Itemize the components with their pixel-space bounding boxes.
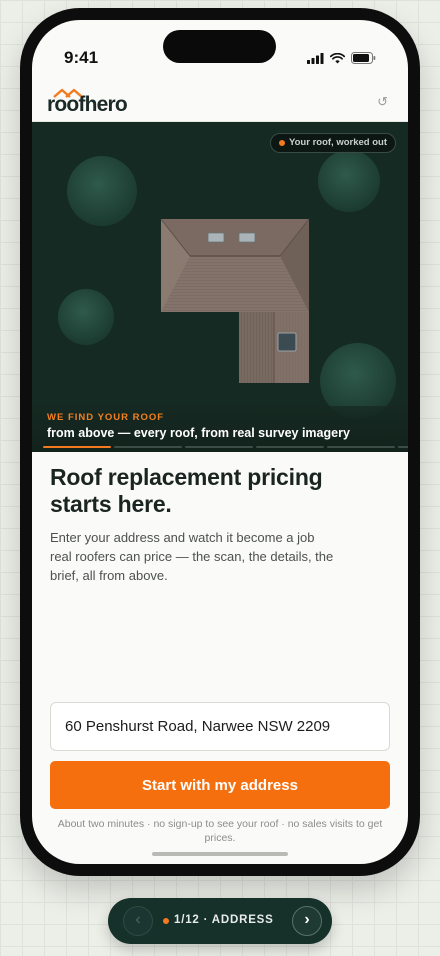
phone-screen: 9:41 roofhero ↺ Your roof, worked out WE…	[32, 20, 408, 864]
hero-line: from above — every roof, from real surve…	[47, 426, 350, 440]
tree	[318, 150, 380, 212]
reset-icon[interactable]: ↺	[377, 94, 388, 110]
address-input[interactable]	[50, 702, 390, 751]
app-header: roofhero ↺	[32, 86, 408, 122]
hero-image: Your roof, worked out WE FIND YOUR ROOF …	[32, 122, 408, 452]
battery-icon	[351, 52, 376, 64]
slide-position-label: 1/12 · ADDRESS	[174, 914, 274, 926]
deck-navigator: ‹ 1/12 · ADDRESS ›	[108, 898, 332, 944]
dynamic-island	[163, 30, 276, 63]
tree	[58, 289, 114, 345]
home-indicator	[152, 852, 288, 856]
fineprint: About two minutes · no sign-up to see yo…	[57, 818, 383, 844]
orange-dot-icon	[163, 918, 169, 924]
next-button[interactable]: ›	[292, 906, 322, 936]
orange-dot-icon	[279, 140, 285, 146]
progress-segment	[398, 446, 408, 448]
wifi-icon	[330, 52, 345, 63]
progress-segment	[43, 446, 111, 448]
status-bar: 9:41	[32, 20, 408, 86]
progress-segment	[185, 446, 253, 448]
main-content: Roof replacement pricing starts here. En…	[50, 464, 390, 585]
story-progress	[43, 446, 408, 448]
status-icons	[307, 52, 376, 64]
status-time: 9:41	[64, 48, 99, 67]
logo-text: roofhero	[47, 93, 128, 116]
start-with-address-button[interactable]: Start with my address	[50, 761, 390, 809]
progress-segment	[327, 446, 395, 448]
hero-kicker: WE FIND YOUR ROOF	[47, 412, 165, 423]
page-title: Roof replacement pricing starts here.	[50, 464, 323, 517]
tree	[67, 156, 137, 226]
status-badge-text: Your roof, worked out	[289, 137, 387, 148]
aerial-roof-illustration	[32, 122, 408, 452]
status-badge: Your roof, worked out	[270, 133, 396, 153]
progress-segment	[256, 446, 324, 448]
page-subtitle: Enter your address and watch it become a…	[50, 530, 334, 583]
phone-frame: 9:41 roofhero ↺ Your roof, worked out WE…	[20, 8, 420, 876]
signal-icon	[307, 52, 324, 64]
previous-button[interactable]: ‹	[123, 906, 153, 936]
roofhero-logo[interactable]: roofhero	[47, 88, 137, 116]
progress-segment	[114, 446, 182, 448]
